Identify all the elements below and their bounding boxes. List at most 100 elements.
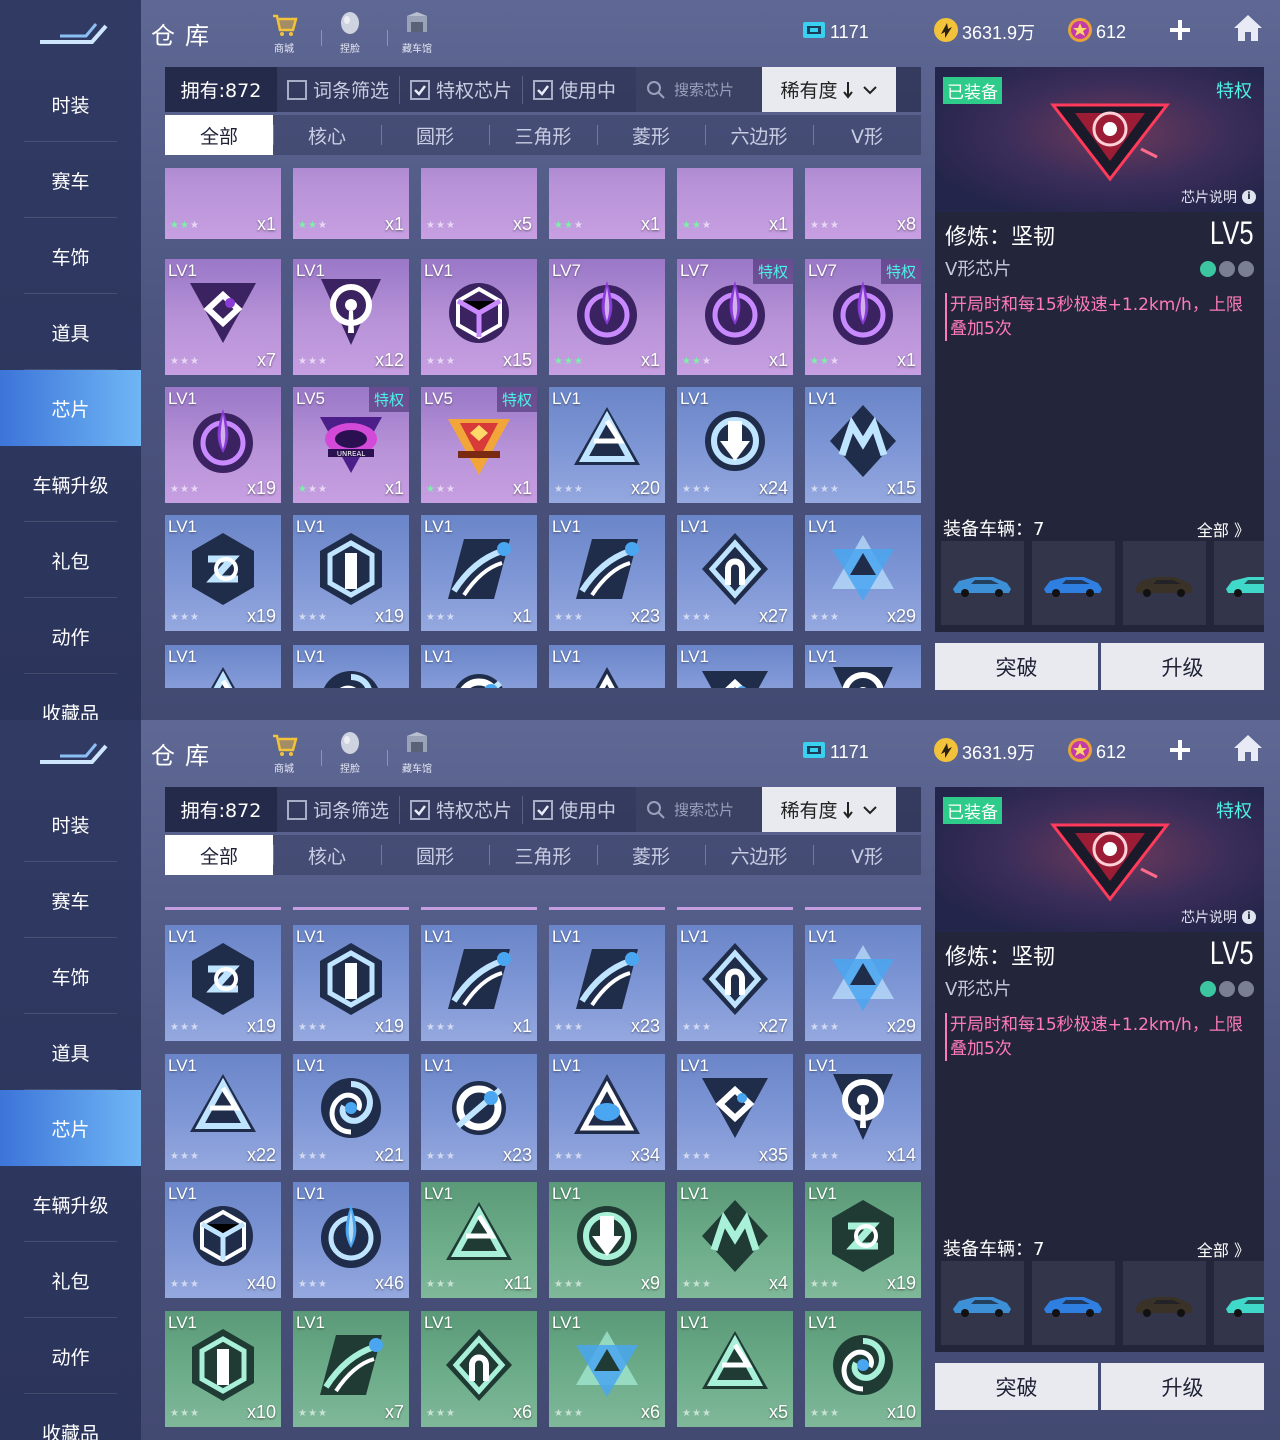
add-currency-button[interactable] — [1166, 16, 1194, 44]
tab-category[interactable]: 核心 — [273, 835, 381, 875]
top-link-garage[interactable]: 藏车馆 — [392, 730, 442, 776]
top-link-cart[interactable]: 商城 — [259, 10, 309, 56]
vehicle-thumbnail[interactable] — [941, 1261, 1024, 1345]
chip-card[interactable]: LV1 ★★★ x1 — [421, 925, 537, 1041]
chip-card[interactable]: LV1 ★★★ x29 — [805, 925, 921, 1041]
chip-card[interactable]: LV1 ★★★ x19 — [293, 925, 409, 1041]
chip-card[interactable]: ★★★ x8 — [805, 168, 921, 239]
filter-checkbox[interactable]: 使用中 — [533, 787, 616, 832]
sidebar-item[interactable]: 芯片 — [0, 1090, 141, 1166]
chip-card[interactable]: LV1 ★★★ x7 — [293, 1311, 409, 1427]
chip-card[interactable]: LV1 ★★★ x34 — [549, 1054, 665, 1170]
chip-card[interactable]: LV1 ★★★ x7 — [165, 259, 281, 375]
vehicle-thumbnail[interactable] — [941, 541, 1024, 625]
tab-category[interactable]: 三角形 — [489, 835, 597, 875]
chip-card[interactable]: LV1 ★★★ x23 — [549, 515, 665, 631]
tab-category[interactable]: 菱形 — [597, 835, 705, 875]
top-link-face[interactable]: 捏脸 — [325, 10, 375, 56]
vehicle-thumbnail[interactable] — [1214, 541, 1264, 625]
chip-card[interactable]: LV1 ★★★ x29 — [805, 515, 921, 631]
tab-category[interactable]: 六边形 — [705, 835, 813, 875]
chip-card[interactable]: LV1 — [421, 645, 537, 688]
tab-category[interactable]: 核心 — [273, 115, 381, 155]
chip-card[interactable]: LV1 ★★★ x14 — [805, 1054, 921, 1170]
sidebar-item[interactable]: 道具 — [0, 294, 141, 370]
vehicle-thumbnail[interactable] — [1123, 1261, 1206, 1345]
sidebar-item[interactable]: 礼包 — [0, 522, 141, 598]
tab-category[interactable]: 六边形 — [705, 115, 813, 155]
sidebar-item[interactable]: 礼包 — [0, 1242, 141, 1318]
search-input[interactable]: 搜索芯片 — [636, 787, 763, 832]
search-input[interactable]: 搜索芯片 — [636, 67, 763, 112]
vehicle-thumbnail[interactable] — [1214, 1261, 1264, 1345]
chip-card[interactable]: LV1 ★★★ x10 — [165, 1311, 281, 1427]
sidebar-item[interactable]: 芯片 — [0, 370, 141, 446]
chip-card[interactable]: LV1 ★★★ x21 — [293, 1054, 409, 1170]
chip-card[interactable]: LV1 ★★★ x24 — [677, 387, 793, 503]
home-icon[interactable] — [1231, 732, 1265, 764]
sidebar-item[interactable]: 车辆升级 — [0, 446, 141, 522]
sort-dropdown[interactable]: 稀有度 — [762, 67, 897, 112]
sidebar-item[interactable]: 车饰 — [0, 938, 141, 1014]
filter-checkbox[interactable]: 词条筛选 — [287, 67, 389, 112]
upgrade-button[interactable]: 升级 — [1101, 1363, 1264, 1410]
top-link-cart[interactable]: 商城 — [259, 730, 309, 776]
vehicle-thumbnail[interactable] — [1123, 541, 1206, 625]
chip-card[interactable]: LV7 特权 ★★★ x1 — [805, 259, 921, 375]
chip-card[interactable]: LV1 ★★★ x19 — [165, 515, 281, 631]
chip-card[interactable]: ★★★ x5 — [421, 168, 537, 239]
filter-checkbox[interactable]: 词条筛选 — [287, 787, 389, 832]
sidebar-item[interactable]: 动作 — [0, 1318, 141, 1394]
sidebar-item[interactable]: 道具 — [0, 1014, 141, 1090]
chip-card[interactable]: LV1 ★★★ x19 — [165, 387, 281, 503]
chip-card[interactable]: LV1 ★★★ x23 — [421, 1054, 537, 1170]
tab-category[interactable]: V形 — [813, 835, 921, 875]
chip-card[interactable]: LV7 ★★★ x1 — [549, 259, 665, 375]
chip-description-link[interactable]: 芯片说明 i — [1181, 907, 1256, 927]
chip-card[interactable]: LV1 ★★★ x19 — [293, 515, 409, 631]
sidebar-item[interactable]: 车饰 — [0, 218, 141, 294]
chip-description-link[interactable]: 芯片说明 i — [1181, 187, 1256, 207]
filter-checkbox[interactable]: 特权芯片 — [410, 787, 512, 832]
chip-card[interactable]: LV1 — [677, 645, 793, 688]
home-icon[interactable] — [1231, 12, 1265, 44]
chip-card[interactable]: LV1 ★★★ x20 — [549, 387, 665, 503]
chip-card[interactable]: ★★★ x1 — [677, 168, 793, 239]
chip-card[interactable]: LV1 ★★★ x23 — [549, 925, 665, 1041]
break-through-button[interactable]: 突破 — [935, 643, 1098, 690]
chip-card[interactable]: LV1 ★★★ x27 — [677, 515, 793, 631]
chip-card[interactable]: LV1 ★★★ x40 — [165, 1182, 281, 1298]
chip-card[interactable]: LV1 ★★★ x6 — [421, 1311, 537, 1427]
chip-card[interactable]: UNREAL LV5 特权 ★★★ x1 — [293, 387, 409, 503]
chip-card[interactable]: LV1 ★★★ x1 — [421, 515, 537, 631]
tab-category[interactable]: 菱形 — [597, 115, 705, 155]
sidebar-item[interactable]: 动作 — [0, 598, 141, 674]
top-link-garage[interactable]: 藏车馆 — [392, 10, 442, 56]
chip-card[interactable]: LV1 ★★★ x12 — [293, 259, 409, 375]
tab-category[interactable]: 圆形 — [381, 115, 489, 155]
sidebar-item[interactable]: 时装 — [0, 786, 141, 862]
chip-card[interactable]: LV5 特权 ★★★ x1 — [421, 387, 537, 503]
chip-card[interactable]: LV7 特权 ★★★ x1 — [677, 259, 793, 375]
filter-checkbox[interactable]: 特权芯片 — [410, 67, 512, 112]
upgrade-button[interactable]: 升级 — [1101, 643, 1264, 690]
tab-category[interactable]: 三角形 — [489, 115, 597, 155]
tab-category[interactable]: V形 — [813, 115, 921, 155]
chip-card[interactable]: LV1 ★★★ x6 — [549, 1311, 665, 1427]
sidebar-item[interactable]: 赛车 — [0, 862, 141, 938]
chip-card[interactable]: LV1 ★★★ x35 — [677, 1054, 793, 1170]
add-currency-button[interactable] — [1166, 736, 1194, 764]
sidebar-item[interactable]: 收藏品 — [0, 1394, 141, 1440]
filter-checkbox[interactable]: 使用中 — [533, 67, 616, 112]
chip-card[interactable]: ★★★ x1 — [549, 168, 665, 239]
chip-card[interactable]: LV1 — [805, 645, 921, 688]
top-link-face[interactable]: 捏脸 — [325, 730, 375, 776]
chip-card[interactable]: LV1 ★★★ x5 — [677, 1311, 793, 1427]
chip-card[interactable]: LV1 ★★★ x46 — [293, 1182, 409, 1298]
chip-card[interactable]: LV1 ★★★ x10 — [805, 1311, 921, 1427]
tab-category[interactable]: 全部 — [165, 835, 273, 875]
chip-card[interactable]: LV1 — [549, 645, 665, 688]
sidebar-item[interactable]: 赛车 — [0, 142, 141, 218]
sort-dropdown[interactable]: 稀有度 — [762, 787, 897, 832]
chip-card[interactable]: LV1 — [165, 645, 281, 688]
